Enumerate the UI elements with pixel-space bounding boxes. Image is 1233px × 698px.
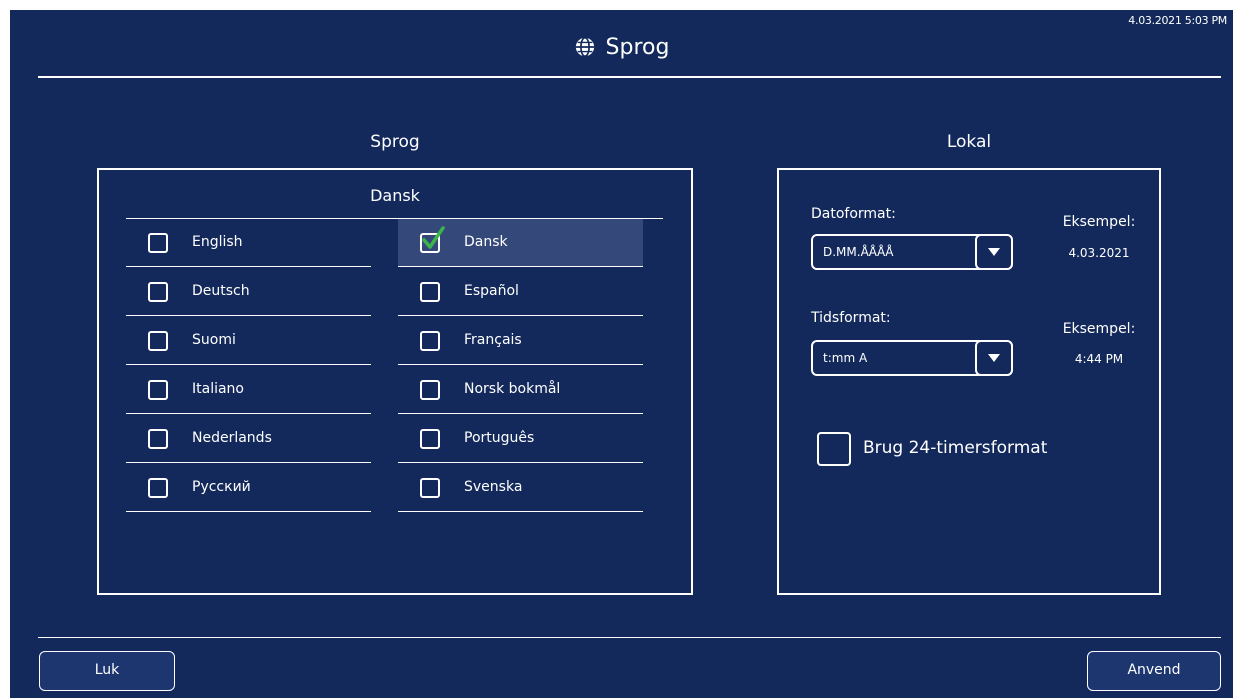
date-format-select[interactable]: D.MM.ÅÅÅÅ [811,234,1013,270]
use-24h-label: Brug 24-timersformat [863,438,1048,458]
chevron-down-icon [988,354,1000,362]
locale-section-heading: Lokal [946,132,992,152]
date-format-value: D.MM.ÅÅÅÅ [823,245,894,259]
language-label: Norsk bokmål [464,381,561,397]
checkbox[interactable] [420,429,440,449]
time-format-select[interactable]: t:mm A [811,340,1013,376]
checkbox[interactable] [148,380,168,400]
language-option-portugues[interactable]: Português [398,415,643,463]
language-option-italiano[interactable]: Italiano [126,366,371,414]
language-option-russian[interactable]: Русский [126,464,371,512]
language-section-heading: Sprog [370,132,420,152]
checkmark-icon [422,226,445,249]
page-title: Sprog [605,34,670,60]
time-example-label: Eksempel: [1062,321,1136,337]
language-option-deutsch[interactable]: Deutsch [126,268,371,316]
timestamp: 4.03.2021 5:03 PM [1128,14,1227,27]
language-option-francais[interactable]: Français [398,317,643,365]
language-label: Français [464,332,522,348]
time-format-label: Tidsformat: [811,310,891,326]
checkbox[interactable] [420,331,440,351]
time-format-dropdown-button[interactable] [975,340,1013,376]
date-format-label: Datoformat: [811,206,896,222]
time-format-value: t:mm A [823,351,868,365]
language-option-nederlands[interactable]: Nederlands [126,415,371,463]
current-language: Dansk [370,186,420,205]
language-settings-screen: 4.03.2021 5:03 PM Sprog Sprog Lokal Dans… [10,10,1233,698]
date-example-label: Eksempel: [1062,214,1136,230]
date-example-value: 4.03.2021 [1068,246,1130,260]
apply-button[interactable]: Anvend [1087,651,1221,691]
checkbox[interactable] [420,380,440,400]
checkbox[interactable] [148,429,168,449]
date-format-dropdown-button[interactable] [975,234,1013,270]
language-label: Deutsch [192,283,250,299]
language-option-suomi[interactable]: Suomi [126,317,371,365]
checkbox[interactable] [148,282,168,302]
checkbox[interactable] [148,331,168,351]
language-option-norsk[interactable]: Norsk bokmål [398,366,643,414]
time-example-value: 4:44 PM [1074,352,1124,366]
language-label: Español [464,283,519,299]
language-label: Suomi [192,332,236,348]
language-label: Русский [192,479,251,495]
language-option-dansk[interactable]: Dansk [398,219,643,267]
header: Sprog [10,32,1233,62]
chevron-down-icon [988,248,1000,256]
checkbox[interactable] [420,478,440,498]
language-label: English [192,234,243,250]
checkbox[interactable] [420,282,440,302]
language-option-espanol[interactable]: Español [398,268,643,316]
language-label: Dansk [464,234,508,250]
language-label: Italiano [192,381,244,397]
language-option-svenska[interactable]: Svenska [398,464,643,512]
header-divider [38,76,1221,78]
footer-divider [38,637,1221,638]
language-panel: Dansk English Deutsch Suomi Italiano Ned… [97,168,693,595]
checkbox[interactable] [148,478,168,498]
language-label: Português [464,430,535,446]
language-label: Svenska [464,479,523,495]
language-option-english[interactable]: English [126,219,371,267]
close-button[interactable]: Luk [39,651,175,691]
globe-icon [575,37,594,57]
locale-panel: Datoformat: Eksempel: 4.03.2021 D.MM.ÅÅÅ… [777,168,1161,595]
checkbox[interactable] [148,233,168,253]
use-24h-checkbox[interactable] [817,432,851,466]
language-label: Nederlands [192,430,272,446]
